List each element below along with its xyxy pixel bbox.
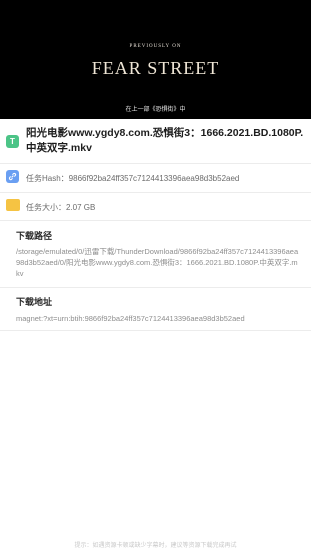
divider	[0, 163, 311, 164]
divider	[0, 192, 311, 193]
divider	[0, 220, 311, 221]
task-hash-row: 任务Hash：9866f92ba24ff357c7124413396aea98d…	[0, 168, 311, 188]
file-name: 阳光电影www.ygdy8.com.恐惧街3：1666.2021.BD.1080…	[26, 127, 304, 154]
link-icon	[6, 170, 19, 183]
download-path-title: 下载路径	[16, 231, 53, 241]
text-file-icon: T	[6, 135, 19, 148]
folder-icon	[6, 199, 20, 211]
download-path-value[interactable]: /storage/emulated/0/迅雷下载/ThunderDownload…	[16, 246, 301, 279]
video-preview[interactable]: PREVIOUSLY ON FEAR STREET 在上一部《恐惧街》中	[0, 0, 311, 119]
file-name-row: T 阳光电影www.ygdy8.com.恐惧街3：1666.2021.BD.10…	[0, 126, 311, 160]
video-pre-title: PREVIOUSLY ON	[129, 44, 182, 49]
task-size-row: 任务大小：2.07 GB	[0, 197, 311, 217]
divider	[0, 330, 311, 331]
divider	[0, 287, 311, 288]
download-url-title: 下载地址	[16, 297, 53, 307]
download-url-value[interactable]: magnet:?xt=urn:btih:9866f92ba24ff357c712…	[16, 313, 301, 324]
video-subtitle: 在上一部《恐惧街》中	[125, 107, 186, 113]
task-size: 任务大小：2.07 GB	[26, 203, 96, 212]
footer-tip: 提示：如遇资源卡顿或缺少字幕时，建议等资源下载完成再试	[74, 543, 237, 549]
video-title-card: FEAR STREET	[91, 58, 220, 78]
task-hash: 任务Hash：9866f92ba24ff357c7124413396aea98d…	[26, 174, 240, 183]
